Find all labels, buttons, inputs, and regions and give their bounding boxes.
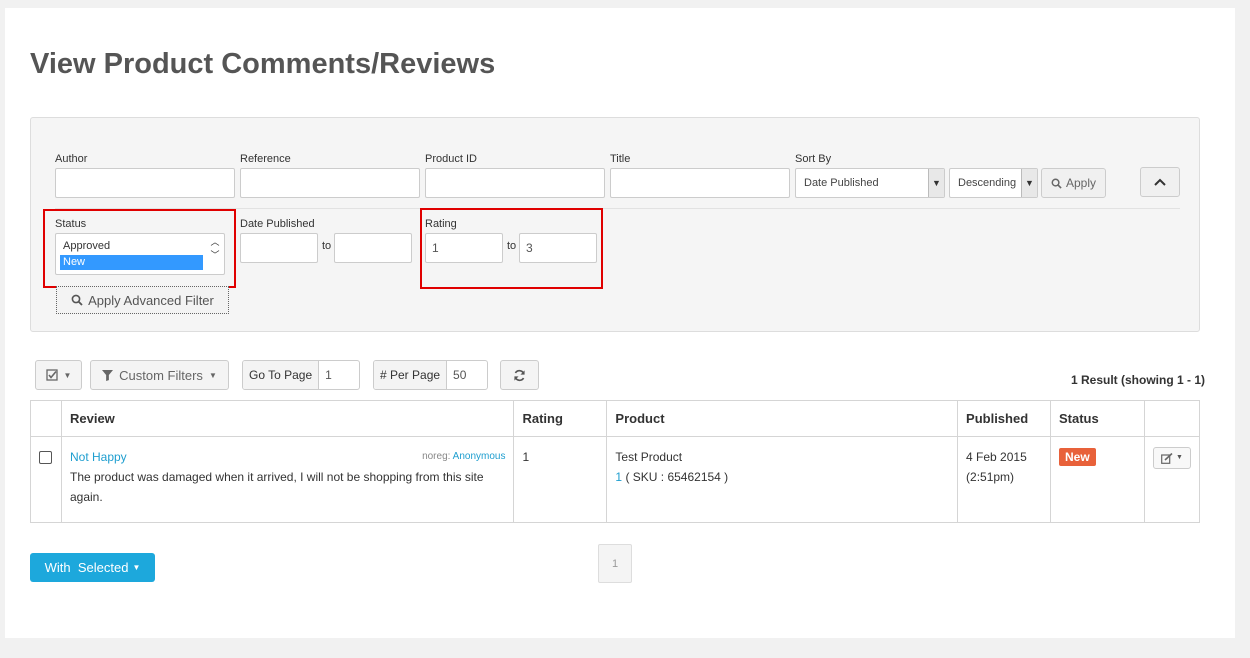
custom-filters-dropdown[interactable]: Custom Filters ▼	[90, 360, 229, 390]
sort-order-value: Descending	[958, 177, 1017, 189]
status-label: Status	[55, 218, 87, 230]
with-selected-button[interactable]: With Selected ▼	[30, 553, 155, 582]
custom-filters-label: Custom Filters	[119, 367, 203, 383]
review-author: noreg: Anonymous	[422, 447, 505, 467]
published-date: 4 Feb 2015	[966, 450, 1027, 464]
title-input[interactable]	[610, 168, 790, 198]
actions-cell: ▼	[1144, 436, 1200, 523]
with-selected-label: With Selected	[44, 560, 129, 575]
product-id-label: Product ID	[425, 153, 477, 165]
apply-advanced-filter-button[interactable]: Apply Advanced Filter	[56, 286, 229, 314]
published-time: (2:51pm)	[966, 470, 1015, 484]
product-id-input[interactable]	[425, 168, 605, 198]
edit-icon	[1161, 452, 1173, 464]
rating-label: Rating	[425, 218, 457, 230]
chevron-up-icon	[1154, 178, 1166, 186]
apply-label: Apply	[1065, 176, 1097, 190]
actions-column-header	[1144, 400, 1200, 437]
date-to-input[interactable]	[334, 233, 412, 263]
sort-by-select[interactable]: Date Published ▼	[795, 168, 945, 198]
refresh-button[interactable]	[500, 360, 539, 390]
per-page-input[interactable]: 50	[447, 361, 472, 389]
date-to-text: to	[322, 240, 332, 252]
product-id-link[interactable]: 1	[615, 470, 622, 484]
review-text: The product was damaged when it arrived,…	[69, 470, 484, 504]
row-checkbox[interactable]	[39, 451, 52, 464]
date-from-input[interactable]	[240, 233, 318, 263]
chevron-down-icon: ▼	[1021, 169, 1037, 197]
title-label: Title	[610, 153, 631, 165]
column-header-review[interactable]: Review	[60, 400, 515, 437]
per-page-group: # Per Page 50	[373, 360, 488, 390]
published-cell: 4 Feb 2015 (2:51pm)	[957, 436, 1051, 523]
table-header-row: Review Rating Product Published Status	[30, 400, 1200, 437]
author-prefix: noreg:	[422, 451, 451, 462]
rating-to-text: to	[507, 240, 517, 252]
go-to-page-label: Go To Page	[243, 361, 320, 389]
results-count: 1 Result (showing 1 - 1)	[1070, 373, 1205, 387]
sort-order-select[interactable]: Descending ▼	[949, 168, 1038, 198]
pagination-page-1[interactable]: 1	[598, 544, 632, 583]
review-cell: noreg: Anonymous Not Happy The product w…	[60, 436, 515, 523]
chevron-down-icon: ▼	[928, 169, 944, 197]
per-page-label: # Per Page	[374, 361, 448, 389]
sort-by-value: Date Published	[804, 177, 879, 189]
search-icon	[71, 294, 83, 306]
author-label: Author	[55, 153, 88, 165]
filter-icon	[102, 369, 114, 381]
refresh-icon	[513, 369, 526, 382]
column-header-status[interactable]: Status	[1050, 400, 1145, 437]
author-link[interactable]: Anonymous	[453, 451, 506, 462]
date-published-label: Date Published	[240, 218, 315, 230]
caret-down-icon: ▼	[1176, 454, 1183, 461]
status-option-new[interactable]: New	[60, 255, 203, 270]
select-column-header	[30, 400, 62, 437]
rating-to-input[interactable]: 3	[519, 233, 597, 263]
author-input[interactable]	[55, 168, 235, 198]
go-to-page-input[interactable]: 1	[319, 361, 338, 389]
table-row: noreg: Anonymous Not Happy The product w…	[30, 436, 1200, 523]
go-to-page-group: Go To Page 1	[242, 360, 360, 390]
product-name: Test Product	[615, 450, 683, 464]
caret-down-icon: ▼	[63, 370, 72, 380]
reference-label: Reference	[240, 153, 291, 165]
rating-from-input[interactable]: 1	[425, 233, 503, 263]
status-badge: New	[1059, 448, 1096, 466]
status-listbox[interactable]: Approved New ︿ ﹀	[55, 233, 225, 275]
checkbox-icon	[45, 369, 58, 381]
apply-advanced-filter-label: Apply Advanced Filter	[88, 292, 214, 308]
sort-by-label: Sort By	[795, 153, 832, 165]
column-header-rating[interactable]: Rating	[513, 400, 608, 437]
chevron-up-icon: ︿	[210, 237, 220, 247]
reference-input[interactable]	[240, 168, 420, 198]
apply-button[interactable]: Apply	[1041, 168, 1106, 198]
bulk-select-dropdown[interactable]: ▼	[35, 360, 82, 390]
status-cell: New	[1050, 436, 1145, 523]
search-icon	[1051, 178, 1062, 189]
row-select-cell	[30, 436, 62, 523]
column-header-product[interactable]: Product	[606, 400, 959, 437]
caret-down-icon: ▼	[208, 370, 217, 380]
product-cell: Test Product 1 ( SKU : 65462154 )	[606, 436, 959, 523]
column-header-published[interactable]: Published	[957, 400, 1051, 437]
product-sku: ( SKU : 65462154 )	[625, 470, 729, 484]
rating-cell: 1	[513, 436, 608, 523]
caret-down-icon: ▼	[132, 563, 141, 572]
row-actions-button[interactable]: ▼	[1153, 447, 1191, 469]
reviews-table: Review Rating Product Published Status n…	[30, 400, 1200, 523]
filter-box: Author Reference Product ID Title Sort B…	[30, 117, 1200, 332]
listbox-scrollbar[interactable]: ︿ ﹀	[208, 235, 222, 273]
chevron-down-icon: ﹀	[210, 250, 220, 260]
page-title: View Product Comments/Reviews	[30, 48, 496, 80]
collapse-filters-button[interactable]	[1140, 167, 1180, 197]
product-ref: 1 ( SKU : 65462154 )	[615, 467, 949, 487]
status-option-approved[interactable]: Approved	[60, 239, 203, 254]
